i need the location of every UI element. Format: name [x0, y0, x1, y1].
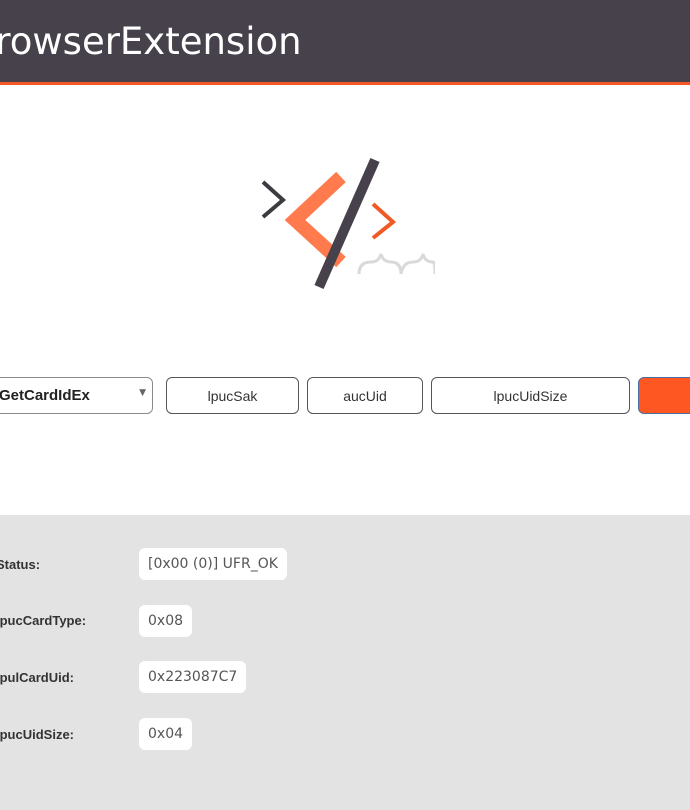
lpucsak-button[interactable]: lpucSak — [166, 377, 299, 414]
run-button[interactable] — [638, 377, 690, 414]
app-header: BrowserExtension — [0, 0, 690, 85]
status-label: Status: — [0, 557, 41, 572]
card-type-value: 0x08 — [139, 605, 193, 637]
chevron-down-icon: ▼ — [139, 388, 146, 398]
code-logo-icon — [261, 157, 435, 290]
card-uid-label: lpulCardUid: — [0, 670, 74, 685]
uid-size-label: lpucUidSize: — [0, 727, 75, 742]
controls-bar: GetCardIdEx ▼ lpucSak aucUid lpucUidSize — [0, 376, 690, 418]
uid-size-value: 0x04 — [139, 718, 193, 750]
app-title: BrowserExtension — [0, 20, 302, 63]
lpucuidsize-button[interactable]: lpucUidSize — [431, 377, 630, 414]
card-type-label: lpucCardType: — [0, 613, 87, 628]
results-panel: Status: [0x00 (0)] UFR_OK lpucCardType: … — [0, 515, 690, 810]
function-select-value: GetCardIdEx — [0, 387, 90, 404]
aucuid-button[interactable]: aucUid — [307, 377, 423, 414]
function-select[interactable]: GetCardIdEx ▼ — [0, 377, 153, 414]
status-value: [0x00 (0)] UFR_OK — [139, 548, 287, 580]
card-uid-value: 0x223087C7 — [139, 661, 247, 693]
